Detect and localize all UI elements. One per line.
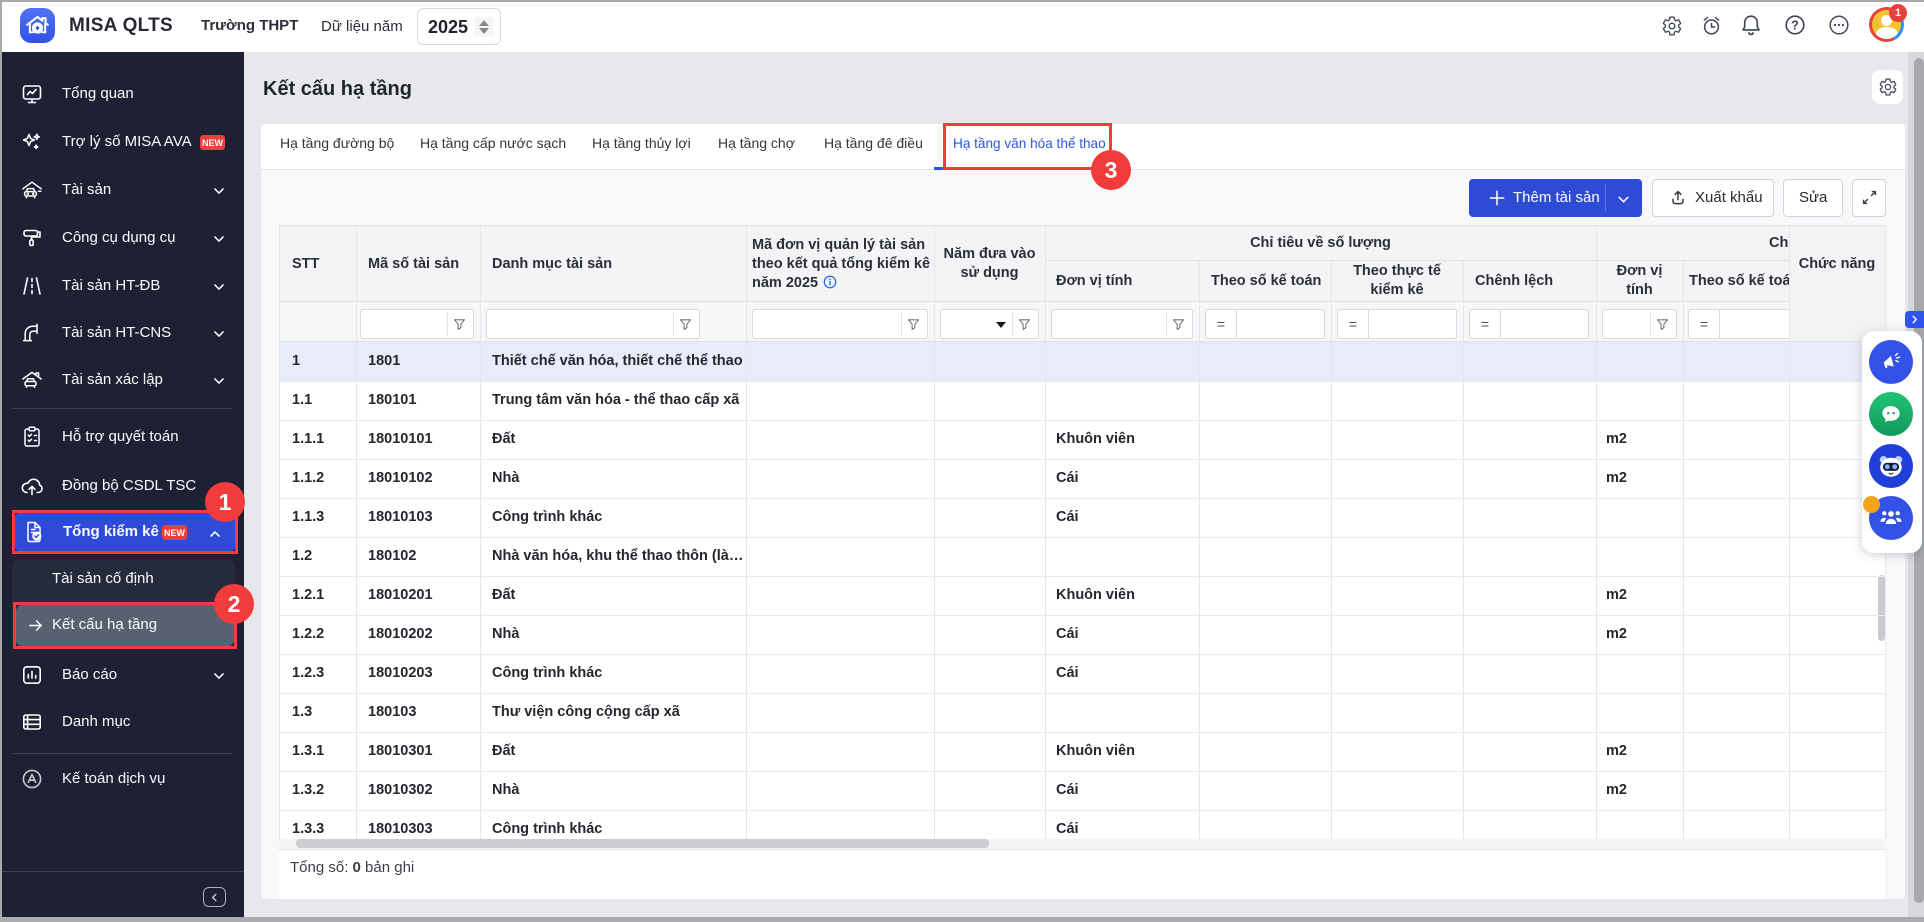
svg-text:?: ? [1791,18,1799,32]
